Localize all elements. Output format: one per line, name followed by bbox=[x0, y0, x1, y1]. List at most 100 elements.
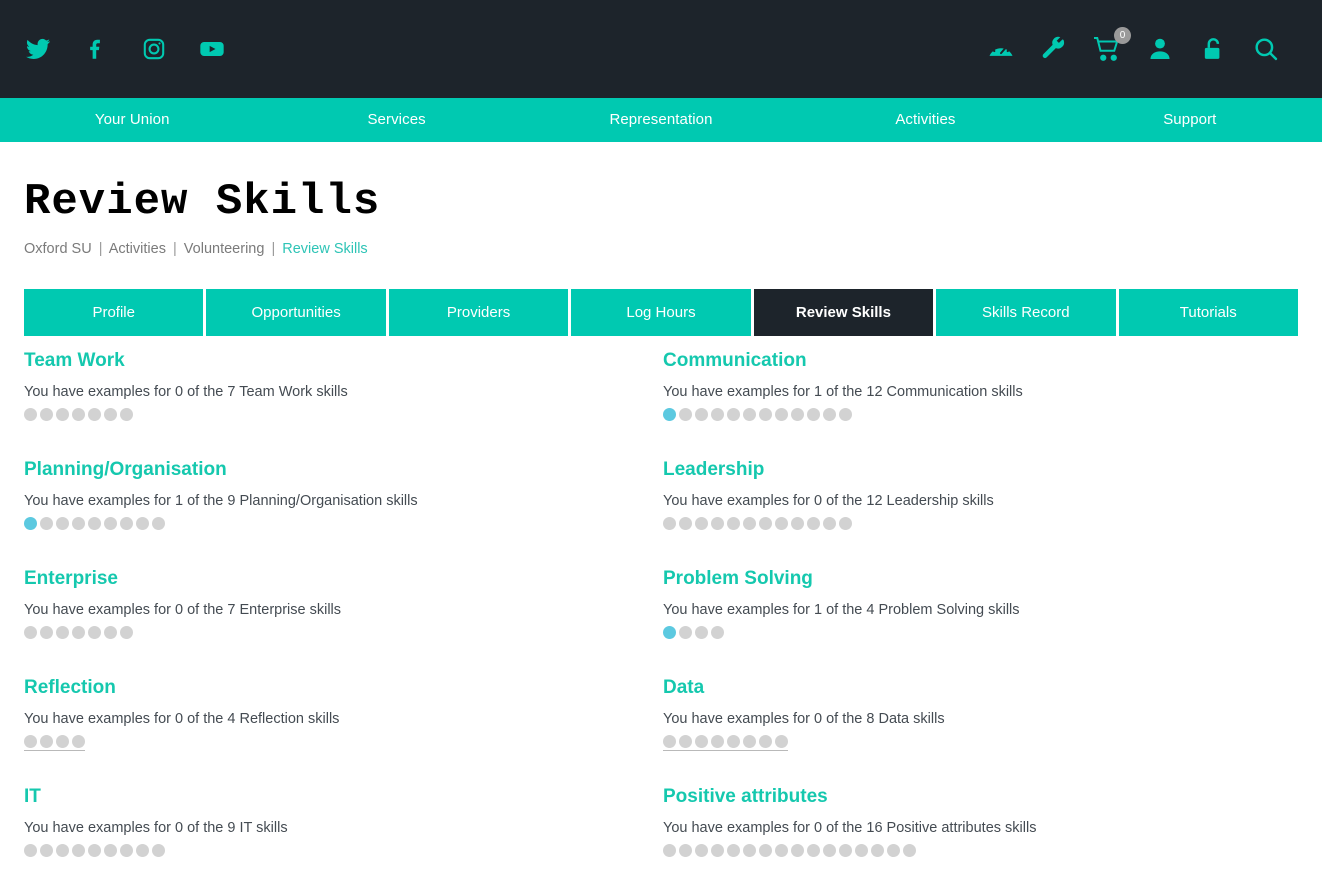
progress-dot-empty bbox=[72, 735, 85, 748]
progress-dot-empty bbox=[56, 844, 69, 857]
progress-dot-empty bbox=[152, 844, 165, 857]
breadcrumb-item-activities[interactable]: Activities bbox=[109, 241, 166, 257]
progress-dot-empty bbox=[727, 408, 740, 421]
nav-item-activities[interactable]: Activities bbox=[793, 98, 1057, 142]
progress-dot-empty bbox=[72, 626, 85, 639]
tab-review-skills[interactable]: Review Skills bbox=[753, 289, 934, 336]
progress-dot-empty bbox=[823, 517, 836, 530]
progress-dot-empty bbox=[136, 844, 149, 857]
progress-dot-empty bbox=[839, 517, 852, 530]
skill-progress-dots-reflection bbox=[24, 735, 85, 751]
progress-dot-empty bbox=[40, 626, 53, 639]
progress-dot-empty bbox=[791, 844, 804, 857]
skill-title-enterprise[interactable]: Enterprise bbox=[24, 568, 118, 590]
tab-providers[interactable]: Providers bbox=[388, 289, 569, 336]
skill-progress-link-planning-organisation[interactable] bbox=[24, 517, 165, 535]
progress-dot-filled bbox=[663, 626, 676, 639]
instagram-icon[interactable] bbox=[140, 35, 168, 63]
skill-title-data[interactable]: Data bbox=[663, 677, 704, 699]
skill-progress-link-it[interactable] bbox=[24, 844, 165, 862]
twitter-icon[interactable] bbox=[24, 35, 52, 63]
breadcrumb-separator: | bbox=[271, 241, 276, 257]
utility-icons: 0 bbox=[986, 27, 1298, 64]
facebook-icon[interactable] bbox=[82, 35, 110, 63]
progress-dot-empty bbox=[711, 626, 724, 639]
dashboard-icon[interactable] bbox=[986, 34, 1016, 64]
tab-profile[interactable]: Profile bbox=[24, 289, 204, 336]
unlock-icon[interactable] bbox=[1198, 34, 1228, 64]
progress-dot-empty bbox=[775, 517, 788, 530]
skill-description-positive-attributes: You have examples for 0 of the 16 Positi… bbox=[663, 820, 1037, 836]
skill-description-planning-organisation: You have examples for 1 of the 9 Plannin… bbox=[24, 493, 418, 509]
skill-progress-link-positive-attributes[interactable] bbox=[663, 844, 916, 862]
skill-title-planning-organisation[interactable]: Planning/Organisation bbox=[24, 459, 227, 481]
skill-title-positive-attributes[interactable]: Positive attributes bbox=[663, 786, 828, 808]
skill-card-enterprise: Enterprise You have examples for 0 of the… bbox=[24, 568, 661, 677]
progress-dot-empty bbox=[823, 408, 836, 421]
skill-progress-link-reflection[interactable] bbox=[24, 735, 85, 753]
youtube-icon[interactable] bbox=[198, 35, 226, 63]
progress-dot-empty bbox=[136, 517, 149, 530]
skill-title-it[interactable]: IT bbox=[24, 786, 41, 808]
progress-dot-empty bbox=[663, 735, 676, 748]
skill-progress-link-team-work[interactable] bbox=[24, 408, 133, 426]
progress-dot-empty bbox=[152, 517, 165, 530]
cart-icon[interactable]: 0 bbox=[1092, 27, 1131, 64]
skill-progress-link-communication[interactable] bbox=[663, 408, 852, 426]
nav-item-services[interactable]: Services bbox=[264, 98, 528, 142]
skill-card-reflection: Reflection You have examples for 0 of the… bbox=[24, 677, 661, 786]
skill-title-problem-solving[interactable]: Problem Solving bbox=[663, 568, 813, 590]
tab-log-hours[interactable]: Log Hours bbox=[571, 289, 751, 336]
progress-dot-empty bbox=[727, 517, 740, 530]
tab-opportunities[interactable]: Opportunities bbox=[206, 289, 386, 336]
breadcrumb-item-volunteering[interactable]: Volunteering bbox=[184, 241, 265, 257]
skill-description-team-work: You have examples for 0 of the 7 Team Wo… bbox=[24, 384, 348, 400]
skill-progress-dots-positive-attributes bbox=[663, 844, 916, 857]
progress-dot-empty bbox=[679, 517, 692, 530]
breadcrumb-item-review-skills[interactable]: Review Skills bbox=[282, 241, 367, 257]
skill-title-team-work[interactable]: Team Work bbox=[24, 350, 125, 372]
progress-dot-empty bbox=[855, 844, 868, 857]
progress-dot-empty bbox=[120, 408, 133, 421]
skill-progress-dots-team-work bbox=[24, 408, 133, 421]
tab-tutorials[interactable]: Tutorials bbox=[1118, 289, 1298, 336]
tab-skills-record[interactable]: Skills Record bbox=[936, 289, 1116, 336]
progress-dot-empty bbox=[679, 844, 692, 857]
section-tabs: Profile Opportunities Providers Log Hour… bbox=[24, 289, 1298, 336]
nav-item-representation[interactable]: Representation bbox=[529, 98, 793, 142]
progress-dot-empty bbox=[24, 408, 37, 421]
skill-description-reflection: You have examples for 0 of the 4 Reflect… bbox=[24, 711, 340, 727]
skill-title-communication[interactable]: Communication bbox=[663, 350, 807, 372]
search-icon[interactable] bbox=[1251, 34, 1281, 64]
account-icon[interactable] bbox=[1145, 34, 1175, 64]
wrench-icon[interactable] bbox=[1039, 34, 1069, 64]
progress-dot-empty bbox=[839, 844, 852, 857]
progress-dot-empty bbox=[663, 844, 676, 857]
progress-dot-empty bbox=[759, 517, 772, 530]
progress-dot-filled bbox=[24, 517, 37, 530]
skill-progress-dots-communication bbox=[663, 408, 852, 421]
skill-title-reflection[interactable]: Reflection bbox=[24, 677, 116, 699]
breadcrumb-item-oxford-su[interactable]: Oxford SU bbox=[24, 241, 92, 257]
skill-progress-link-data[interactable] bbox=[663, 735, 788, 753]
progress-dot-empty bbox=[56, 626, 69, 639]
progress-dot-empty bbox=[663, 517, 676, 530]
main-navigation: Your Union Services Representation Activ… bbox=[0, 98, 1322, 142]
progress-dot-empty bbox=[711, 735, 724, 748]
progress-dot-empty bbox=[679, 626, 692, 639]
skill-progress-link-problem-solving[interactable] bbox=[663, 626, 724, 644]
progress-dot-empty bbox=[104, 844, 117, 857]
cart-count-badge: 0 bbox=[1114, 27, 1131, 44]
progress-dot-empty bbox=[40, 735, 53, 748]
skill-title-leadership[interactable]: Leadership bbox=[663, 459, 764, 481]
progress-dot-empty bbox=[711, 844, 724, 857]
progress-dot-empty bbox=[743, 517, 756, 530]
progress-dot-empty bbox=[104, 626, 117, 639]
progress-dot-empty bbox=[791, 517, 804, 530]
nav-item-your-union[interactable]: Your Union bbox=[0, 98, 264, 142]
skill-progress-link-leadership[interactable] bbox=[663, 517, 852, 535]
progress-dot-empty bbox=[56, 517, 69, 530]
progress-dot-empty bbox=[775, 408, 788, 421]
skill-progress-link-enterprise[interactable] bbox=[24, 626, 133, 644]
nav-item-support[interactable]: Support bbox=[1058, 98, 1322, 142]
